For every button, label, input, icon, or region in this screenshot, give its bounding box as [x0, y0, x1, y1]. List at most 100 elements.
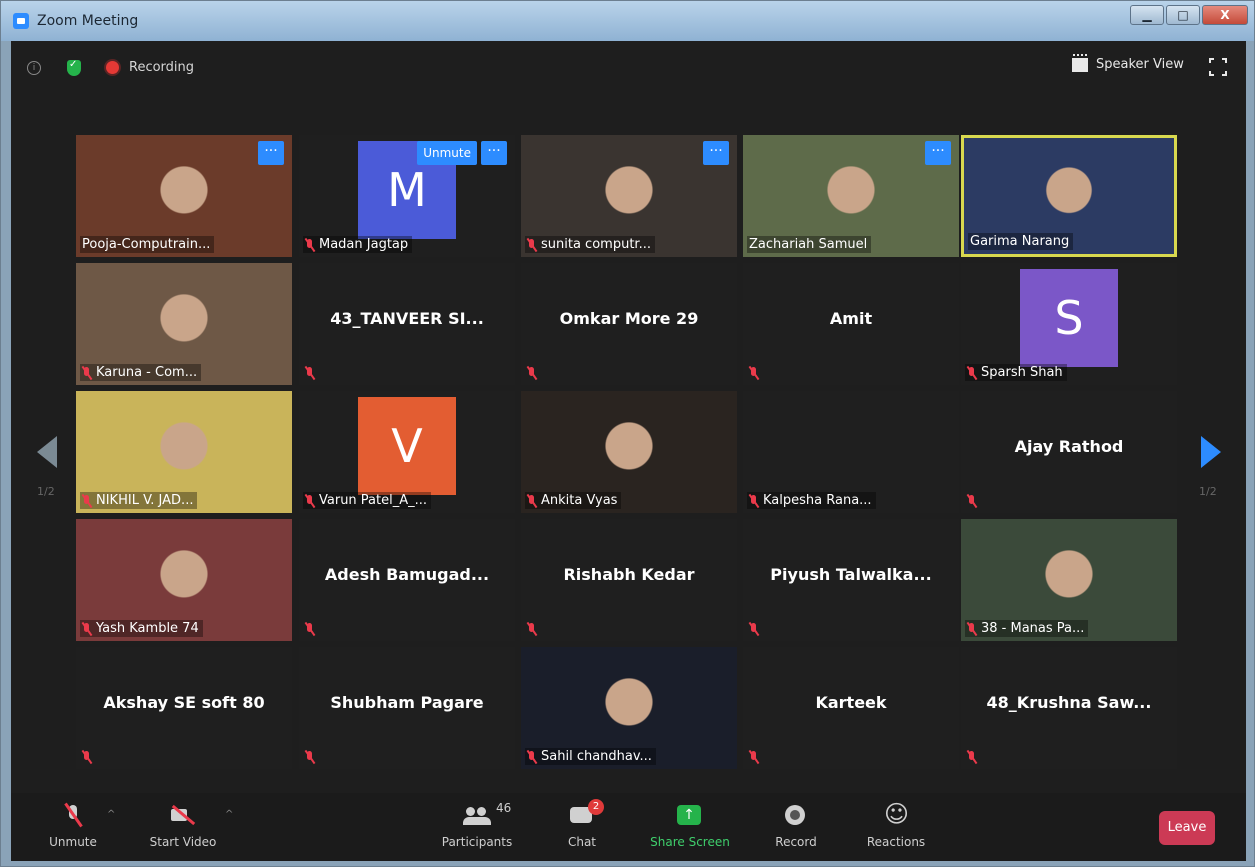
participant-unmute-button[interactable]: Unmute	[417, 141, 477, 165]
participant-tile[interactable]: Amit	[743, 263, 959, 385]
title-bar: Zoom Meeting ▁ □ X	[1, 1, 1254, 41]
participant-tile[interactable]: ··· Pooja-Computrain...	[76, 135, 292, 257]
window-controls: ▁ □ X	[1130, 5, 1248, 25]
chat-button[interactable]: 2 Chat	[557, 799, 607, 849]
speaker-view-icon[interactable]	[1072, 54, 1088, 72]
participant-tile[interactable]: 48_Krushna Saw...	[961, 647, 1177, 769]
participant-tile[interactable]: Garima Narang	[961, 135, 1177, 257]
next-page-arrow[interactable]	[1201, 436, 1221, 468]
participant-tile[interactable]: ··· Zachariah Samuel	[743, 135, 959, 257]
chat-badge: 2	[588, 799, 604, 815]
participant-tile[interactable]: NIKHIL V. JAD...	[76, 391, 292, 513]
participant-center-name: Amit	[829, 309, 873, 328]
muted-mic-icon	[527, 750, 537, 764]
participant-center-name: 43_TANVEER SI...	[330, 309, 484, 328]
participant-tile[interactable]: Ajay Rathod	[961, 391, 1177, 513]
speaker-view-button[interactable]: Speaker View	[1096, 57, 1184, 72]
muted-microphone-icon	[66, 803, 80, 827]
unmute-button[interactable]: Unmute	[43, 803, 103, 849]
maximize-button[interactable]: □	[1166, 5, 1200, 25]
participant-tile[interactable]: V Varun Patel_A_...	[299, 391, 515, 513]
participant-tile[interactable]: 38 - Manas Pa...	[961, 519, 1177, 641]
leave-button[interactable]: Leave	[1159, 811, 1215, 845]
participant-tile[interactable]: Rishabh Kedar	[521, 519, 737, 641]
record-button[interactable]: Record	[771, 803, 821, 849]
participant-name-bar: Karuna - Com...	[80, 364, 202, 381]
muted-mic-icon	[305, 366, 315, 380]
participant-tile[interactable]: Karteek	[743, 647, 959, 769]
participant-center-name: Karteek	[815, 693, 887, 712]
participant-tile[interactable]: Ankita Vyas	[521, 391, 737, 513]
muted-mic-icon	[305, 238, 315, 252]
meeting-topbar: i Recording Speaker View	[11, 41, 1246, 91]
participant-tile[interactable]: Omkar More 29	[521, 263, 737, 385]
participant-name-bar: sunita computr...	[525, 236, 655, 253]
participant-name-bar: Sparsh Shah	[965, 364, 1067, 381]
participant-tile[interactable]: Akshay SE soft 80	[76, 647, 292, 769]
reactions-icon	[884, 801, 909, 827]
fullscreen-icon[interactable]	[1209, 58, 1227, 76]
participant-center-name: Ajay Rathod	[1014, 437, 1124, 456]
chat-label: Chat	[567, 835, 597, 849]
muted-mic-icon	[82, 494, 92, 508]
security-shield-icon[interactable]	[67, 59, 81, 76]
meeting-info-icon[interactable]: i	[27, 61, 41, 75]
participant-more-options-icon[interactable]: ···	[258, 141, 284, 165]
participant-name: Kalpesha Rana...	[763, 493, 872, 508]
video-options-caret-icon[interactable]: ^	[225, 809, 233, 820]
participant-center-name: Piyush Talwalka...	[770, 565, 932, 584]
minimize-button[interactable]: ▁	[1130, 5, 1164, 25]
participant-name-bar: Kalpesha Rana...	[747, 492, 876, 509]
audio-options-caret-icon[interactable]: ^	[107, 809, 115, 820]
participant-name-bar	[965, 493, 981, 509]
participant-name-bar	[747, 365, 763, 381]
participant-tile[interactable]: Karuna - Com...	[76, 263, 292, 385]
participant-name-bar	[965, 749, 981, 765]
page-indicator-left: 1/2	[37, 485, 55, 498]
participant-name: Zachariah Samuel	[749, 237, 868, 252]
participant-name-bar: Yash Kamble 74	[80, 620, 203, 637]
participant-tile[interactable]: Sahil chandhav...	[521, 647, 737, 769]
share-screen-button[interactable]: Share Screen	[645, 803, 735, 849]
participant-tile[interactable]: Adesh Bamugad...	[299, 519, 515, 641]
participant-tile[interactable]: Kalpesha Rana...	[743, 391, 959, 513]
muted-mic-icon	[749, 366, 759, 380]
participant-name: 38 - Manas Pa...	[981, 621, 1085, 636]
participant-tile[interactable]: M Unmute ··· Madan Jagtap	[299, 135, 515, 257]
participant-tile[interactable]: 43_TANVEER SI...	[299, 263, 515, 385]
muted-mic-icon	[967, 622, 977, 636]
participant-name-bar: Madan Jagtap	[303, 236, 413, 253]
unmute-label: Unmute	[49, 835, 97, 849]
participant-name-bar	[80, 749, 96, 765]
recording-label: Recording	[129, 60, 195, 75]
participant-tile[interactable]: Shubham Pagare	[299, 647, 515, 769]
participant-name-bar	[747, 749, 763, 765]
start-video-button[interactable]: Start Video	[143, 803, 223, 849]
participants-button[interactable]: 46 Participants	[437, 801, 517, 849]
participant-tile[interactable]: Piyush Talwalka...	[743, 519, 959, 641]
muted-mic-icon	[967, 494, 977, 508]
window-title: Zoom Meeting	[37, 13, 139, 29]
reactions-label: Reactions	[866, 835, 926, 849]
page-indicator-right: 1/2	[1199, 485, 1217, 498]
zoom-window: Zoom Meeting ▁ □ X i Recording Speaker V…	[0, 0, 1255, 867]
participant-more-options-icon[interactable]: ···	[703, 141, 729, 165]
muted-mic-icon	[749, 622, 759, 636]
previous-page-arrow[interactable]	[37, 436, 57, 468]
muted-mic-icon	[749, 750, 759, 764]
muted-mic-icon	[305, 750, 315, 764]
participant-name-bar: 38 - Manas Pa...	[965, 620, 1089, 637]
participant-more-options-icon[interactable]: ···	[481, 141, 507, 165]
close-button[interactable]: X	[1202, 5, 1248, 25]
reactions-button[interactable]: Reactions	[861, 801, 931, 849]
meeting-toolbar: Unmute ^ Start Video ^ 46 Participants 2…	[11, 793, 1246, 861]
participant-tile[interactable]: S Sparsh Shah	[961, 263, 1177, 385]
muted-mic-icon	[305, 494, 315, 508]
participant-tile[interactable]: ··· sunita computr...	[521, 135, 737, 257]
participant-name: Garima Narang	[970, 234, 1070, 249]
participant-tile[interactable]: Yash Kamble 74	[76, 519, 292, 641]
record-icon	[785, 803, 807, 827]
muted-mic-icon	[82, 750, 92, 764]
participant-more-options-icon[interactable]: ···	[925, 141, 951, 165]
participant-center-name: Omkar More 29	[559, 309, 699, 328]
